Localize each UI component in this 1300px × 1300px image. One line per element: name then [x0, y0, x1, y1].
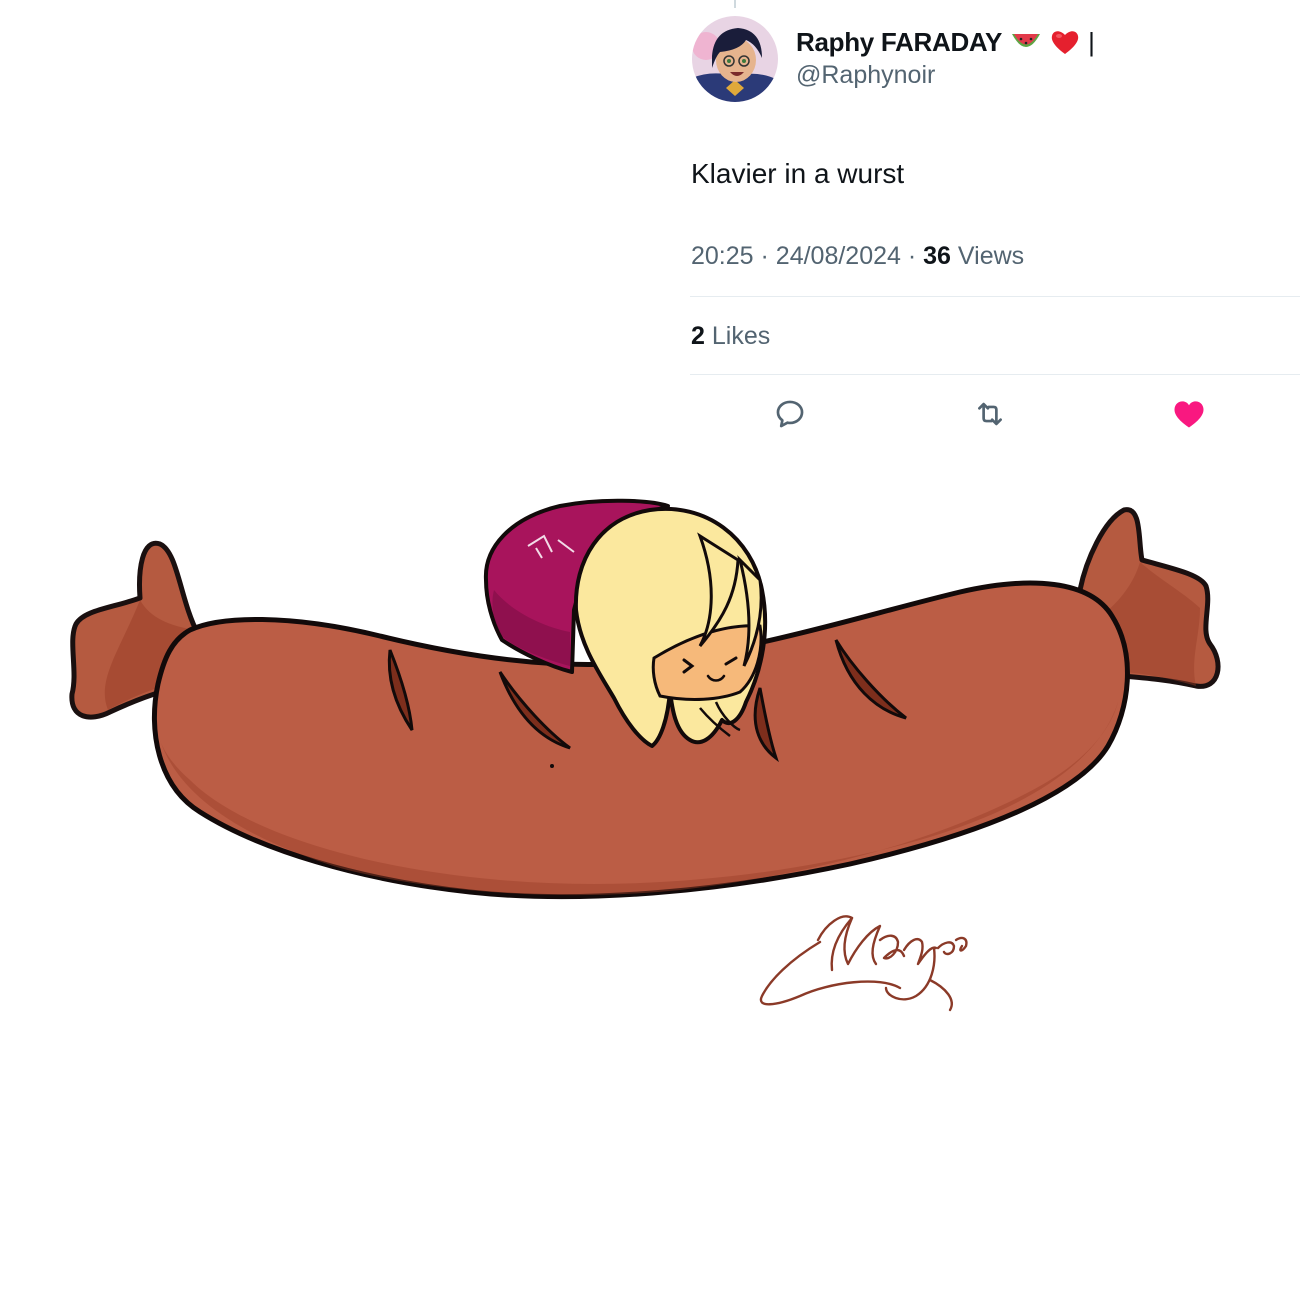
- tweet-meta: 20:25 · 24/08/2024 · 36 Views: [691, 240, 1024, 272]
- tweet-date[interactable]: 24/08/2024: [776, 242, 901, 270]
- artwork[interactable]: [0, 440, 1300, 1060]
- display-name[interactable]: Raphy FARADAY: [796, 26, 1002, 58]
- tweet: Raphy FARADAY | @Raphynoir Klavier in a …: [690, 14, 1300, 428]
- display-name-row[interactable]: Raphy FARADAY |: [796, 26, 1095, 58]
- divider: [690, 296, 1300, 297]
- likes-label: Likes: [711, 322, 771, 350]
- thread-line: [734, 0, 736, 8]
- views-count: 36: [923, 242, 951, 270]
- sausage-illustration: [69, 498, 1221, 1012]
- meta-separator: ·: [907, 242, 917, 270]
- author-handle[interactable]: @Raphynoir: [796, 58, 1095, 92]
- tweet-time[interactable]: 20:25: [691, 242, 754, 270]
- name-suffix: |: [1088, 27, 1095, 57]
- avatar[interactable]: [692, 16, 778, 102]
- meta-separator: ·: [760, 242, 769, 270]
- likes-summary[interactable]: 2 Likes: [691, 320, 770, 352]
- tweet-text: Klavier in a wurst: [691, 158, 905, 189]
- author-names: Raphy FARADAY | @Raphynoir: [796, 26, 1095, 92]
- artist-signature: [759, 915, 968, 1012]
- like-button[interactable]: [1169, 394, 1209, 434]
- retweet-icon: [978, 402, 1002, 426]
- divider: [690, 374, 1300, 375]
- heart-icon: [1174, 401, 1204, 428]
- likes-count: 2: [691, 322, 705, 350]
- reply-button[interactable]: [770, 394, 810, 434]
- red-heart-emoji-icon: [1050, 28, 1080, 56]
- retweet-button[interactable]: [970, 394, 1010, 434]
- tweet-header: Raphy FARADAY | @Raphynoir: [690, 14, 1300, 104]
- views-label: Views: [957, 242, 1025, 270]
- action-bar: [690, 394, 1300, 434]
- reply-icon: [776, 400, 804, 428]
- watermelon-emoji-icon: [1010, 30, 1042, 54]
